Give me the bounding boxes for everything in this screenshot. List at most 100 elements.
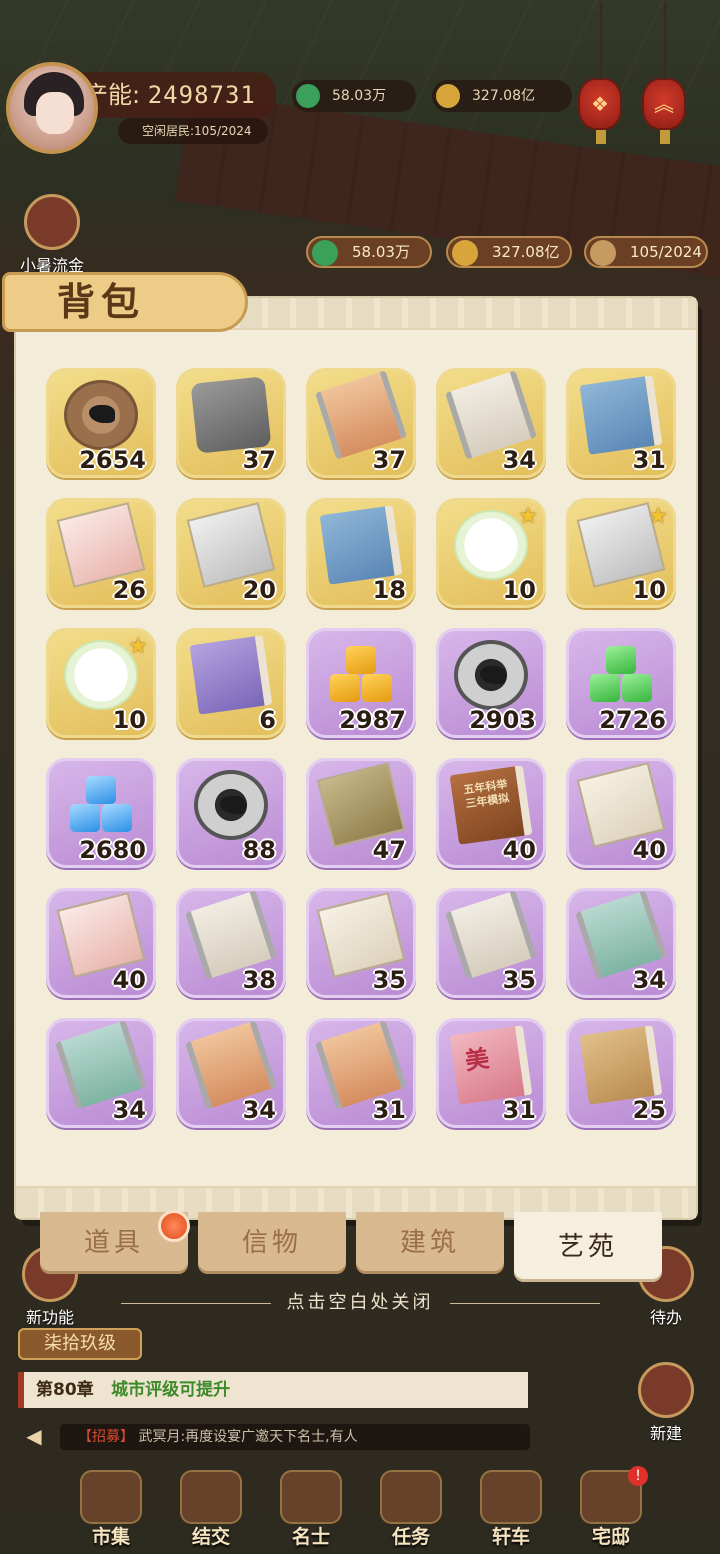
backpack-panel: 2654 37 37 34 31 26 20 18 ★ 10 ★ 10 ★ 10 6 2987 2903 2726… xyxy=(16,298,696,1218)
book-cover-char: 美 xyxy=(463,1044,491,1076)
item-quantity: 2654 xyxy=(79,446,146,474)
task-scroll-icon xyxy=(380,1470,442,1524)
item-slot[interactable]: 34 xyxy=(566,888,676,998)
item-slot[interactable]: 6 xyxy=(176,628,286,738)
news-tag: 【招募】 xyxy=(78,1429,134,1445)
carriage-icon xyxy=(480,1470,542,1524)
close-hint-text: 点击空白处关闭 xyxy=(286,1292,434,1313)
silver-value: 58.03万 xyxy=(352,243,410,261)
lantern-right-icon[interactable]: ︽ xyxy=(642,2,686,144)
nav-scholars[interactable]: 名士 xyxy=(266,1466,356,1554)
item-quantity: 35 xyxy=(502,966,536,994)
item-art-icon xyxy=(454,640,528,710)
item-slot[interactable]: 26 xyxy=(46,498,156,608)
item-quantity: 2726 xyxy=(599,706,666,734)
item-slot[interactable]: 40 xyxy=(46,888,156,998)
item-slot[interactable]: 2680 xyxy=(46,758,156,868)
news-ticker[interactable]: 【招募】 武冥月:再度设宴广邀天下名士,有人 xyxy=(60,1424,530,1450)
gold-chip-top: 327.08亿 xyxy=(432,80,572,112)
item-slot[interactable]: 五年科举 三年模拟 40 xyxy=(436,758,546,868)
item-quantity: 20 xyxy=(242,576,276,604)
item-slot[interactable]: 35 xyxy=(436,888,546,998)
item-slot[interactable]: ★ 10 xyxy=(436,498,546,608)
item-quantity: 40 xyxy=(112,966,146,994)
item-art-icon xyxy=(64,640,138,710)
item-quantity: 31 xyxy=(632,446,666,474)
nav-tasks[interactable]: 任务 xyxy=(366,1466,456,1554)
item-slot[interactable]: 20 xyxy=(176,498,286,608)
silver-chip-top: 58.03万 xyxy=(292,80,416,112)
item-slot[interactable]: 34 xyxy=(176,1018,286,1128)
item-slot[interactable]: 37 xyxy=(306,368,416,478)
nav-friends[interactable]: 结交 xyxy=(166,1466,256,1554)
item-slot[interactable]: 31 xyxy=(306,1018,416,1128)
city-level-badge[interactable]: 柒拾玖级 xyxy=(18,1328,142,1360)
silver-coin-icon xyxy=(312,240,338,266)
silver-top-value: 58.03万 xyxy=(332,88,387,104)
item-slot[interactable]: 38 xyxy=(176,888,286,998)
item-quantity: 10 xyxy=(502,576,536,604)
speaker-icon[interactable]: ◀ xyxy=(18,1424,50,1450)
build-button[interactable]: 新建 xyxy=(630,1362,702,1444)
item-slot[interactable]: 37 xyxy=(176,368,286,478)
nav-market[interactable]: 市集 xyxy=(66,1466,156,1554)
item-slot[interactable]: 47 xyxy=(306,758,416,868)
cards-icon xyxy=(180,1470,242,1524)
backpack-tabs: 道具 信物 建筑 艺苑 xyxy=(40,1210,662,1282)
item-art-icon xyxy=(324,640,398,710)
item-quantity: 47 xyxy=(372,836,406,864)
item-slot[interactable]: 2654 xyxy=(46,368,156,478)
player-avatar[interactable] xyxy=(6,62,98,154)
item-quantity: 10 xyxy=(112,706,146,734)
item-grid: 2654 37 37 34 31 26 20 18 ★ 10 ★ 10 ★ 10 6 2987 2903 2726… xyxy=(46,368,686,1128)
item-slot[interactable]: 34 xyxy=(46,1018,156,1128)
chapter-bar[interactable]: 第80章 城市评级可提升 xyxy=(18,1372,528,1408)
item-quantity: 25 xyxy=(632,1096,666,1124)
scholar-icon xyxy=(280,1470,342,1524)
nav-label: 宅邸 xyxy=(591,1526,630,1548)
item-slot[interactable]: 2726 xyxy=(566,628,676,738)
star-icon: ★ xyxy=(648,504,668,529)
item-slot[interactable]: 25 xyxy=(566,1018,676,1128)
item-quantity: 31 xyxy=(372,1096,406,1124)
item-slot[interactable]: 18 xyxy=(306,498,416,608)
item-slot[interactable]: 美 31 xyxy=(436,1018,546,1128)
item-slot[interactable]: 2987 xyxy=(306,628,416,738)
idle-residents-display: 空闲居民:105/2024 xyxy=(118,118,268,144)
item-quantity: 37 xyxy=(372,446,406,474)
gold-top-value: 327.08亿 xyxy=(472,88,535,104)
item-quantity: 88 xyxy=(242,836,276,864)
item-slot[interactable]: ★ 10 xyxy=(46,628,156,738)
close-hint: 点击空白处关闭 xyxy=(0,1288,720,1314)
tab-tokens[interactable]: 信物 xyxy=(198,1212,346,1274)
item-art-icon xyxy=(194,770,268,840)
event-button[interactable]: 小暑流金 xyxy=(10,194,94,276)
item-slot[interactable]: 31 xyxy=(566,368,676,478)
book-cover-text: 五年科举 三年模拟 xyxy=(462,777,511,811)
item-slot[interactable]: 2903 xyxy=(436,628,546,738)
item-slot[interactable]: ★ 10 xyxy=(566,498,676,608)
item-slot[interactable]: 35 xyxy=(306,888,416,998)
item-slot[interactable]: 40 xyxy=(566,758,676,868)
item-art-icon: 五年科举 三年模拟 xyxy=(449,765,533,845)
item-slot[interactable]: 88 xyxy=(176,758,286,868)
item-quantity: 6 xyxy=(259,706,276,734)
item-quantity: 40 xyxy=(502,836,536,864)
lantern-left-icon[interactable]: ❖ xyxy=(578,2,622,144)
item-slot[interactable]: 34 xyxy=(436,368,546,478)
item-quantity: 34 xyxy=(112,1096,146,1124)
news-text: 武冥月:再度设宴广邀天下名士,有人 xyxy=(138,1429,358,1445)
avatar-face xyxy=(36,92,74,134)
item-quantity: 34 xyxy=(632,966,666,994)
gold-coin-icon xyxy=(452,240,478,266)
item-art-icon xyxy=(579,1025,663,1105)
tab-arts[interactable]: 艺苑 xyxy=(514,1212,662,1282)
item-quantity: 35 xyxy=(372,966,406,994)
item-art-icon xyxy=(189,635,273,715)
tab-buildings[interactable]: 建筑 xyxy=(356,1212,504,1274)
nav-mansion[interactable]: 宅邸 ! xyxy=(566,1466,656,1554)
market-icon xyxy=(80,1470,142,1524)
star-icon: ★ xyxy=(518,504,538,529)
nav-carriage[interactable]: 轩车 xyxy=(466,1466,556,1554)
item-quantity: 26 xyxy=(112,576,146,604)
